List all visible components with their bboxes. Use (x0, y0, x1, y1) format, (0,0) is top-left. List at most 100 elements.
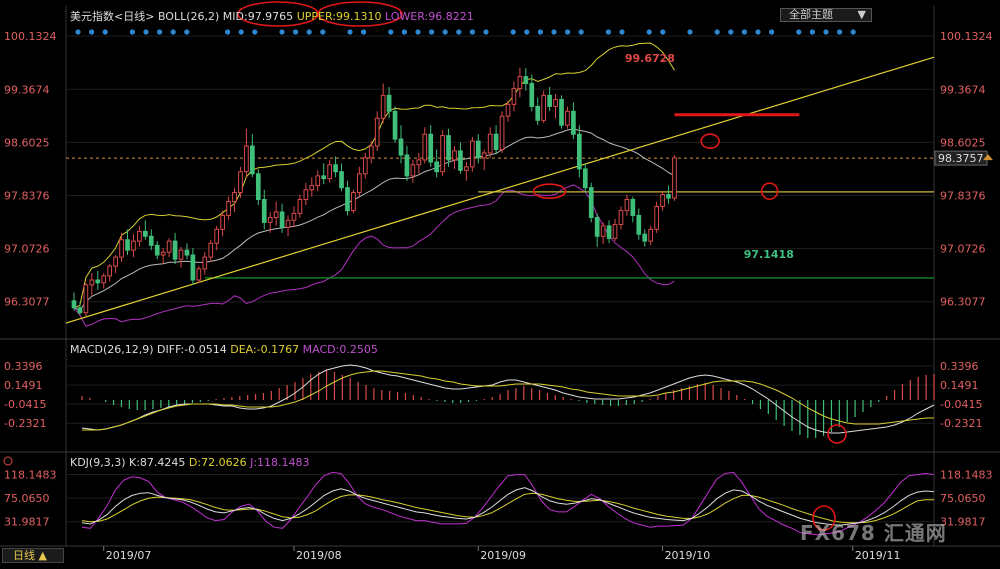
candle-body (255, 173, 261, 200)
candle-body (357, 173, 362, 194)
candle-body (582, 168, 588, 189)
x-tick-label: 2019/07 (106, 549, 152, 562)
signal-dot (728, 29, 734, 35)
candle-body (606, 225, 612, 239)
candle-body (511, 87, 517, 105)
candle-body (315, 175, 321, 187)
signal-dot (429, 29, 435, 35)
candle-body (220, 214, 225, 230)
candle-body (77, 307, 83, 314)
signal-dot (102, 29, 108, 35)
period-tab-button[interactable]: 日线 ▲ (2, 548, 64, 563)
candle-body (184, 249, 190, 256)
candle-body (416, 159, 422, 166)
candle-body (505, 103, 511, 117)
signal-dot (483, 29, 489, 35)
candle-body (553, 99, 558, 107)
macd-tick-left: 0.1491 (4, 379, 43, 392)
watermark-logo: FX678 汇通网 (800, 517, 947, 546)
candle-body (333, 164, 338, 173)
signal-dot (714, 29, 720, 35)
signal-dot (225, 29, 231, 35)
candle-body (464, 166, 469, 171)
candle-body (404, 154, 410, 177)
candle-body (95, 279, 101, 284)
kdj-tick-left: 75.0650 (4, 492, 50, 505)
candle-body (267, 217, 273, 223)
candle-body (261, 198, 267, 223)
candle-body (327, 164, 332, 180)
price-tick-right: 100.1324 (940, 30, 993, 43)
signal-dot (537, 29, 544, 35)
x-tick-label: 2019/08 (296, 549, 342, 562)
chevron-down-icon: ▼ (857, 8, 866, 21)
candle-body (654, 205, 659, 230)
candle-body (321, 175, 327, 180)
signal-dot (565, 29, 571, 35)
candle-body (576, 133, 582, 170)
signal-dot (578, 29, 584, 35)
signal-dot (170, 29, 176, 35)
kdj-tick-right: 31.9817 (940, 516, 986, 529)
price-tick-left: 97.8376 (4, 189, 50, 202)
candle-body (244, 145, 249, 173)
topic-dropdown[interactable]: 全部主题 ▼ (780, 8, 872, 22)
chart-stage: 100.1324 100.1324 99.3674 99.3674 98.6025 98.… (0, 0, 1000, 565)
candle-body (232, 192, 237, 203)
signal-dot (401, 29, 407, 35)
boll-upper: UPPER:99.1310 (296, 10, 382, 23)
candle-body (166, 240, 172, 253)
signal-dot (510, 29, 516, 35)
candle-body (386, 94, 392, 112)
x-tick-label: 2019/11 (855, 549, 901, 562)
candle-body (541, 94, 547, 121)
candle-body (452, 150, 457, 161)
price-tick-left: 100.1324 (4, 30, 57, 43)
candle-body (523, 76, 529, 85)
macd-tick-left: -0.0415 (4, 398, 46, 411)
signal-dot (796, 29, 802, 35)
macd-tick-right: -0.0415 (940, 398, 982, 411)
watermark-cn: 汇通网 (883, 521, 947, 545)
candle-body (666, 194, 671, 199)
candle-body (612, 223, 618, 239)
candle-body (297, 198, 303, 214)
kdj-tick-left: 31.9817 (4, 516, 50, 529)
candle-body (624, 198, 630, 212)
instrument-name: 美元指数 (70, 10, 114, 23)
candle-body (83, 284, 89, 314)
candle-body (648, 228, 654, 242)
signal-dot (823, 29, 829, 35)
price-tick-right: 98.6025 (940, 136, 986, 149)
candle-body (422, 133, 428, 161)
candle-body (630, 198, 636, 216)
main-header: 美元指数<日线> BOLL(26,2) MID:97.9765 UPPER:99… (70, 8, 474, 24)
trend-line (65, 56, 935, 324)
candle-body (172, 240, 178, 260)
macd-name: MACD(26,12,9) (70, 343, 154, 356)
signal-dot (687, 29, 693, 35)
candle-body (119, 239, 124, 258)
signal-dot (660, 29, 666, 35)
price-tick-left: 98.6025 (4, 136, 50, 149)
signal-dot (320, 29, 326, 35)
boll-mid-line (73, 128, 675, 311)
signal-dot (75, 29, 81, 35)
signal-dot (129, 29, 135, 35)
candle-body (636, 214, 642, 235)
candle-body (345, 187, 350, 212)
signal-dot (755, 29, 761, 35)
macd-tick-right: 0.1491 (940, 379, 979, 392)
candle-body (642, 233, 648, 242)
kdj-k: K:87.4245 (129, 456, 186, 469)
period-tab-label: 日线 ▲ (13, 549, 47, 562)
candle-body (107, 265, 113, 277)
candle-body (190, 254, 196, 281)
candle-body (279, 211, 285, 228)
candle-body (594, 217, 600, 237)
highlight-circle (700, 133, 720, 149)
candle-body (517, 76, 523, 89)
period-label: <日线> (114, 10, 155, 23)
candle-body (487, 133, 493, 154)
candle-body (196, 268, 202, 281)
